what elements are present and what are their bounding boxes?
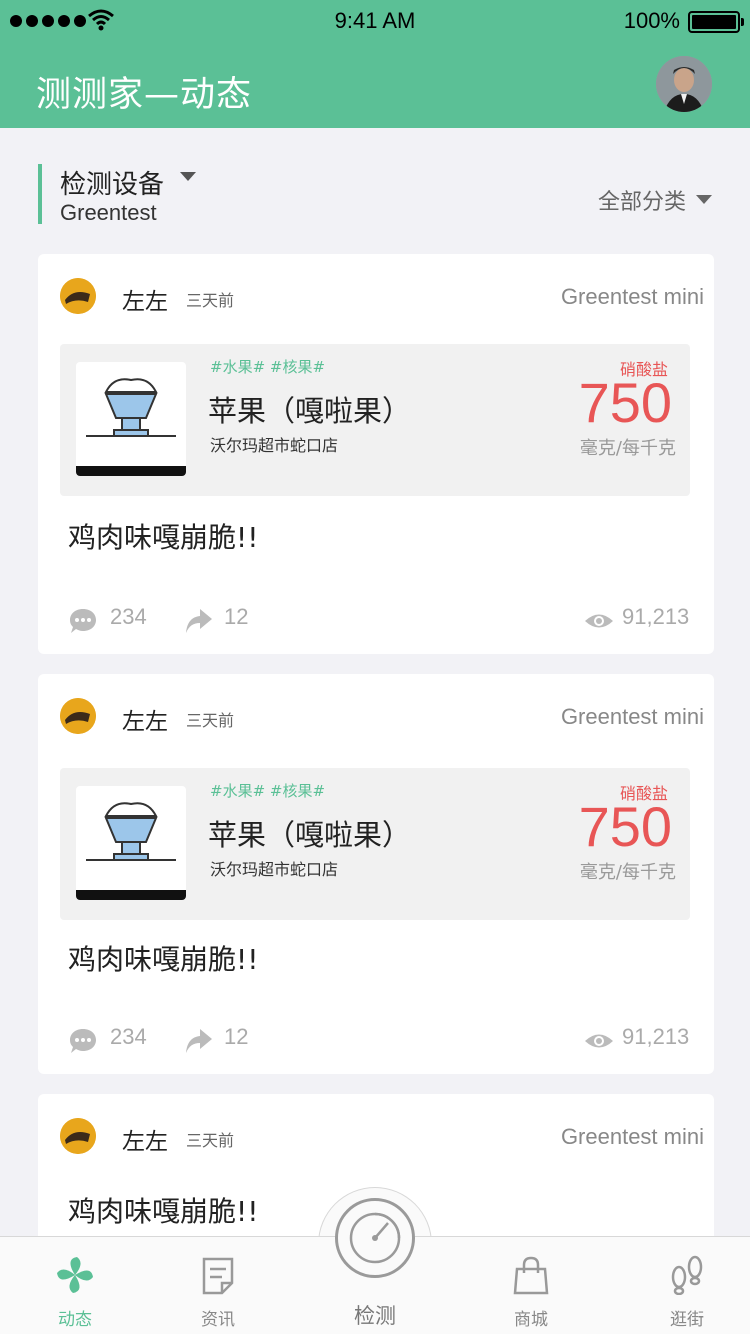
metric-value: 750 <box>578 795 672 858</box>
share-icon[interactable] <box>184 606 214 636</box>
share-icon[interactable] <box>184 1026 214 1056</box>
food-name: 苹果（嘎啦果） <box>208 818 412 852</box>
eye-icon <box>585 614 613 628</box>
device-filter-value: Greentest <box>60 200 157 225</box>
metric-value: 750 <box>578 371 672 434</box>
view-count: 91,213 <box>622 1024 690 1049</box>
radar-icon <box>349 1212 401 1264</box>
bowl-illustration-icon <box>86 378 176 437</box>
post-card[interactable]: 左左 三天前 Greentest mini #水果# #核果# 苹果（嘎啦果） … <box>38 674 714 1074</box>
tab-news[interactable]: 资讯 <box>143 1237 293 1334</box>
tab-browse[interactable]: 逛街 <box>612 1237 750 1334</box>
tab-label: 逛街 <box>670 1310 704 1330</box>
user-avatar-small[interactable] <box>60 1118 96 1154</box>
view-count: 91,213 <box>622 604 690 629</box>
thumbnail-base <box>76 890 186 900</box>
battery-percent: 100% <box>623 8 680 33</box>
filter-row: 检测设备 Greentest 全部分类 <box>38 164 712 225</box>
user-avatar-small[interactable] <box>60 698 96 734</box>
accent-bar <box>38 164 42 224</box>
food-tags[interactable]: #水果# #核果# <box>210 356 325 377</box>
fan-icon <box>57 1257 93 1293</box>
bowl-illustration-icon <box>86 802 176 861</box>
food-thumbnail <box>76 362 186 476</box>
food-name: 苹果（嘎啦果） <box>208 394 412 428</box>
store-name: 沃尔玛超市蛇口店 <box>210 860 339 879</box>
user-name[interactable]: 左左 <box>122 702 168 736</box>
shopping-bag-icon <box>513 1256 549 1295</box>
user-avatar-small[interactable] <box>60 278 96 314</box>
post-content: 鸡肉味嘎崩脆!! <box>68 943 259 976</box>
app-header: 9:41 AM 100% 测测家—动态 <box>0 0 750 128</box>
category-filter[interactable]: 全部分类 <box>598 184 686 216</box>
avatar-icon <box>60 1118 96 1154</box>
food-thumbnail <box>76 786 186 900</box>
tab-test-label[interactable]: 检测 <box>300 1300 450 1330</box>
share-count: 12 <box>224 1024 249 1049</box>
post-content: 鸡肉味嘎崩脆!! <box>68 1195 259 1228</box>
device-filter-label[interactable]: 检测设备 <box>60 164 164 201</box>
user-name[interactable]: 左左 <box>122 282 168 316</box>
post-time: 三天前 <box>186 1131 235 1150</box>
device-name: Greentest mini <box>560 1124 704 1149</box>
comment-icon[interactable] <box>68 1026 98 1056</box>
test-result-panel[interactable]: #水果# #核果# 苹果（嘎啦果） 沃尔玛超市蛇口店 硝酸盐 750 毫克/每千… <box>60 768 690 920</box>
tab-shop[interactable]: 商城 <box>456 1237 606 1334</box>
comment-count: 234 <box>110 604 147 629</box>
tab-label: 资讯 <box>201 1310 235 1330</box>
tab-label: 动态 <box>58 1310 92 1330</box>
page-title: 测测家—动态 <box>36 75 253 115</box>
device-name: Greentest mini <box>560 284 704 309</box>
user-name[interactable]: 左左 <box>122 1122 168 1156</box>
post-content: 鸡肉味嘎崩脆!! <box>68 521 259 554</box>
tab-label: 商城 <box>514 1310 548 1330</box>
eye-icon <box>585 1034 613 1048</box>
comment-icon[interactable] <box>68 606 98 636</box>
user-avatar[interactable] <box>656 56 712 112</box>
tab-feed[interactable]: 动态 <box>0 1237 150 1334</box>
post-time: 三天前 <box>186 711 235 730</box>
caret-down-icon[interactable] <box>180 172 196 181</box>
test-result-panel[interactable]: #水果# #核果# 苹果（嘎啦果） 沃尔玛超市蛇口店 硝酸盐 750 毫克/每千… <box>60 344 690 496</box>
avatar-icon <box>60 278 96 314</box>
store-name: 沃尔玛超市蛇口店 <box>210 436 339 455</box>
share-count: 12 <box>224 604 249 629</box>
thumbnail-base <box>76 466 186 476</box>
battery-icon <box>688 11 744 33</box>
caret-down-icon[interactable] <box>696 195 712 204</box>
metric-unit: 毫克/每千克 <box>579 862 676 883</box>
device-name: Greentest mini <box>560 704 704 729</box>
avatar-icon <box>60 698 96 734</box>
test-center-button[interactable] <box>335 1198 415 1278</box>
status-bar: 9:41 AM 100% <box>0 0 750 42</box>
footprints-icon <box>671 1255 703 1295</box>
comment-count: 234 <box>110 1024 147 1049</box>
post-time: 三天前 <box>186 291 235 310</box>
food-tags[interactable]: #水果# #核果# <box>210 780 325 801</box>
document-icon <box>202 1257 234 1295</box>
profile-photo-icon <box>656 56 712 112</box>
post-card[interactable]: 左左 三天前 Greentest mini #水果# #核果# 苹果（嘎啦果） … <box>38 254 714 654</box>
metric-unit: 毫克/每千克 <box>579 438 676 459</box>
